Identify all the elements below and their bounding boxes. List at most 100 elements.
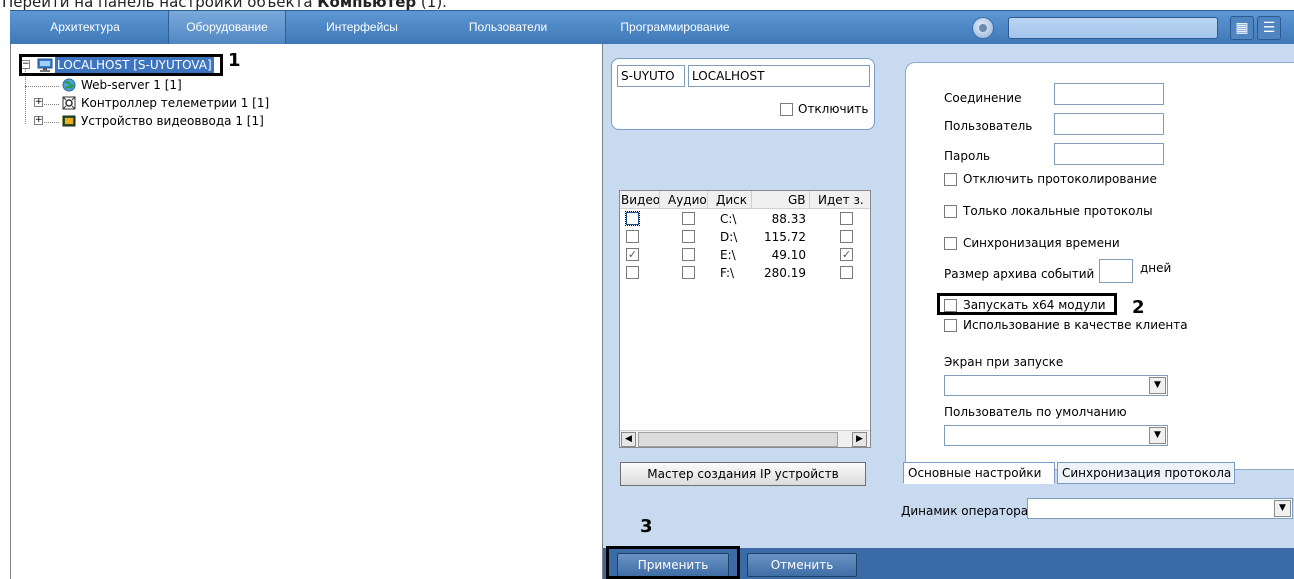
- menu-item-architecture[interactable]: Архитектура: [10, 11, 160, 45]
- disk-cell: C:\: [720, 212, 737, 226]
- tab-log-sync[interactable]: Синхронизация протокола: [1057, 462, 1235, 484]
- callout-frame: [937, 293, 1117, 315]
- disk-cell: F:\: [720, 266, 735, 280]
- column-header-disk[interactable]: Диск: [708, 191, 752, 209]
- tree-item-video-input[interactable]: + Устройство видеоввода 1 [1]: [11, 112, 291, 130]
- audio-checkbox[interactable]: [682, 212, 695, 225]
- host-identity-box: S-UYUTO LOCALHOST Отключить: [611, 58, 875, 130]
- menu-item-equipment[interactable]: Оборудование: [168, 11, 286, 45]
- table-row[interactable]: C:\ 88.33: [620, 210, 870, 228]
- disk-table: Видео Аудио Диск GB Идет з. C:\ 88.33 D:\ 1…: [619, 190, 871, 448]
- column-header-video[interactable]: Видео: [620, 191, 660, 209]
- menu-item-programming[interactable]: Программирование: [600, 11, 750, 45]
- callout-frame: [19, 54, 223, 76]
- object-tree-panel: − LOCALHOST [S-UYUTOVA] 1 Web-server 1 […: [10, 44, 603, 579]
- list-view-icon[interactable]: ☰: [1257, 16, 1281, 40]
- tab-main-settings[interactable]: Основные настройки: [903, 462, 1055, 484]
- host-id-field[interactable]: S-UYUTO: [617, 65, 685, 87]
- password-field[interactable]: [1054, 143, 1164, 165]
- disk-cell: E:\: [720, 248, 736, 262]
- video-checkbox[interactable]: [625, 211, 640, 226]
- callout-frame: [606, 546, 740, 579]
- default-user-select[interactable]: ▼: [944, 425, 1168, 446]
- main-settings-box: Соединение Пользователь Пароль Отключить…: [905, 62, 1294, 470]
- disable-logging-checkbox[interactable]: [944, 173, 957, 186]
- ip-device-wizard-button[interactable]: Мастер создания IP устройств: [620, 462, 866, 486]
- gb-cell: 280.19: [764, 266, 806, 280]
- disk-cell: D:\: [720, 230, 738, 244]
- tree-item-web-server[interactable]: Web-server 1 [1]: [11, 76, 211, 94]
- recording-checkbox[interactable]: [840, 212, 853, 225]
- tree-item-label[interactable]: Устройство видеоввода 1 [1]: [81, 112, 264, 130]
- password-label: Пароль: [944, 149, 991, 163]
- startup-screen-select[interactable]: ▼: [944, 375, 1168, 396]
- search-input[interactable]: [1008, 17, 1218, 39]
- archive-size-field[interactable]: [1099, 259, 1133, 283]
- callout-number: 2: [1132, 297, 1145, 318]
- tree-item-telemetry-controller[interactable]: + Контроллер телеметрии 1 [1]: [11, 94, 291, 112]
- audio-checkbox[interactable]: [682, 230, 695, 243]
- table-row[interactable]: F:\ 280.19: [620, 264, 870, 282]
- time-sync-label: Синхронизация времени: [963, 236, 1120, 250]
- local-logs-label: Только локальные протоколы: [963, 204, 1153, 218]
- chevron-down-icon[interactable]: ▼: [1149, 427, 1166, 444]
- expand-icon[interactable]: +: [34, 98, 43, 107]
- globe-icon: [61, 78, 77, 92]
- callout-number: 3: [640, 516, 653, 537]
- chevron-down-icon[interactable]: ▼: [1274, 500, 1291, 517]
- scrollbar-thumb[interactable]: [638, 432, 838, 447]
- scroll-left-icon[interactable]: ◀: [621, 432, 636, 447]
- time-sync-checkbox[interactable]: [944, 237, 957, 250]
- scroll-right-icon[interactable]: ▶: [852, 432, 867, 447]
- gb-cell: 49.10: [771, 248, 806, 262]
- recording-checkbox[interactable]: ✓: [840, 248, 853, 261]
- disable-label: Отключить: [798, 102, 869, 116]
- page-caption: Перейти на панель настройки объекта Комп…: [2, 0, 447, 10]
- cancel-button[interactable]: Отменить: [747, 553, 857, 577]
- horizontal-scrollbar[interactable]: ◀ ▶: [620, 430, 870, 447]
- column-header-gb[interactable]: GB: [752, 191, 810, 209]
- connection-field[interactable]: [1054, 83, 1164, 105]
- speaker-label: Динамик оператора:: [901, 504, 1033, 518]
- menu-item-users[interactable]: Пользователи: [440, 11, 576, 45]
- tree-item-label[interactable]: Web-server 1 [1]: [81, 76, 182, 94]
- chevron-down-icon[interactable]: ▼: [1149, 377, 1166, 394]
- audio-checkbox[interactable]: [682, 266, 695, 279]
- gb-cell: 115.72: [764, 230, 806, 244]
- tree-item-label[interactable]: Контроллер телеметрии 1 [1]: [81, 94, 269, 112]
- video-card-icon: [61, 114, 77, 128]
- startup-screen-label: Экран при запуске: [944, 355, 1064, 369]
- speaker-select[interactable]: ▼: [1027, 498, 1293, 519]
- connection-label: Соединение: [944, 91, 1022, 105]
- recording-checkbox[interactable]: [840, 266, 853, 279]
- audio-checkbox[interactable]: [682, 248, 695, 261]
- computer-settings-left-panel: S-UYUTO LOCALHOST Отключить Видео Аудио …: [603, 44, 891, 579]
- search-icon[interactable]: [972, 17, 994, 39]
- archive-size-label: Размер архива событий: [944, 267, 1095, 281]
- local-logs-checkbox[interactable]: [944, 205, 957, 218]
- host-name-field[interactable]: LOCALHOST: [688, 65, 870, 87]
- video-checkbox[interactable]: [626, 230, 639, 243]
- computer-settings-right-panel: Соединение Пользователь Пароль Отключить…: [891, 44, 1294, 579]
- video-checkbox[interactable]: [626, 266, 639, 279]
- recording-checkbox[interactable]: [840, 230, 853, 243]
- table-row[interactable]: D:\ 115.72: [620, 228, 870, 246]
- menu-item-interfaces[interactable]: Интерфейсы: [296, 11, 428, 45]
- client-mode-label: Использование в качестве клиента: [963, 318, 1188, 332]
- video-checkbox[interactable]: ✓: [626, 248, 639, 261]
- main-menu-bar: Архитектура Оборудование Интерфейсы Поль…: [10, 10, 1294, 45]
- column-header-audio[interactable]: Аудио: [660, 191, 708, 209]
- default-user-label: Пользователь по умолчанию: [944, 405, 1127, 419]
- user-label: Пользователь: [944, 119, 1033, 133]
- client-mode-checkbox[interactable]: [944, 319, 957, 332]
- gb-cell: 88.33: [771, 212, 806, 226]
- user-field[interactable]: [1054, 113, 1164, 135]
- column-header-recording[interactable]: Идет з.: [810, 191, 870, 209]
- grid-view-icon[interactable]: ▦: [1230, 16, 1254, 40]
- telemetry-icon: [61, 96, 77, 110]
- expand-icon[interactable]: +: [34, 116, 43, 125]
- disable-checkbox[interactable]: [780, 103, 793, 116]
- archive-size-unit: дней: [1140, 261, 1172, 275]
- callout-number: 1: [228, 50, 241, 71]
- table-row[interactable]: ✓ E:\ 49.10 ✓: [620, 246, 870, 264]
